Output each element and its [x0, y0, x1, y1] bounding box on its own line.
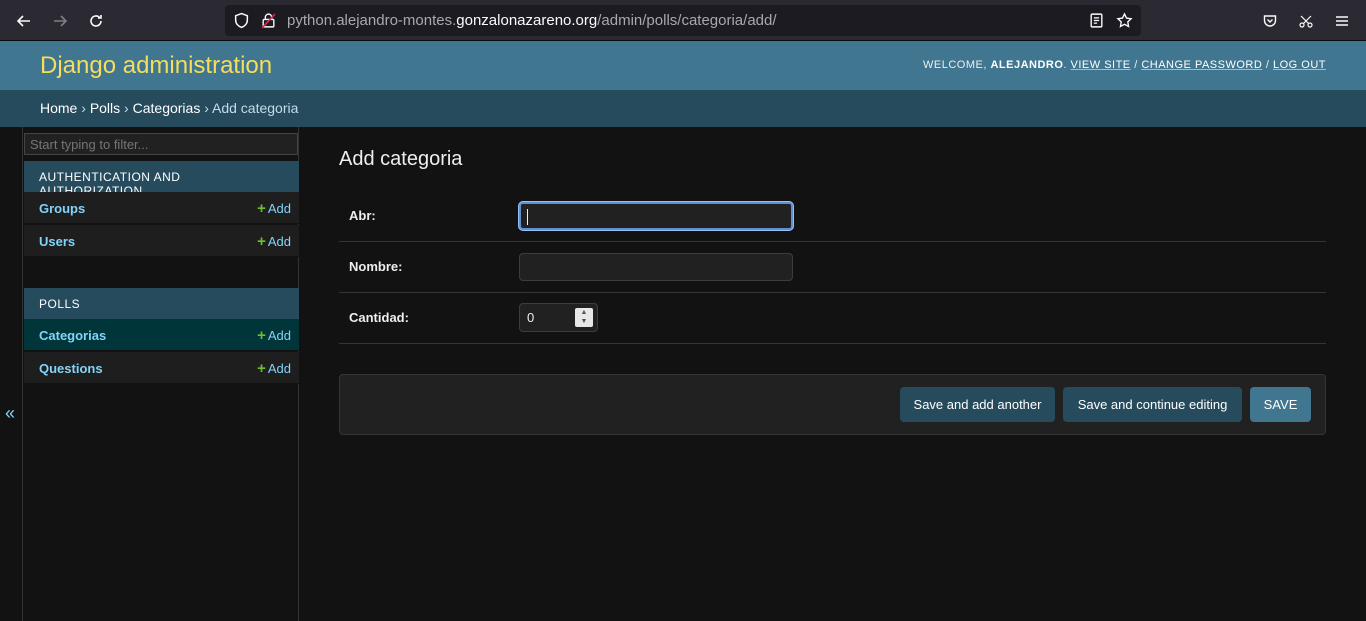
plus-icon: +: [257, 327, 266, 344]
welcome-text: WELCOME,: [922, 59, 987, 71]
browser-toolbar: python.alejandro-montes.gonzalonazareno.…: [0, 0, 1366, 41]
view-site-link[interactable]: VIEW SITE: [1071, 59, 1131, 71]
cantidad-value: 0: [527, 310, 535, 325]
plus-icon: +: [257, 233, 266, 250]
add-questions-link[interactable]: + Add: [257, 360, 291, 377]
nombre-field[interactable]: [519, 253, 793, 281]
site-branding[interactable]: Django administration: [40, 52, 272, 80]
site-header: Django administration WELCOME, ALEJANDRO…: [0, 41, 1366, 90]
abr-label: Abr:: [349, 208, 376, 223]
nombre-label: Nombre:: [349, 259, 403, 274]
url-text: python.alejandro-montes.gonzalonazareno.…: [287, 12, 777, 29]
plus-icon: +: [257, 200, 266, 217]
save-button[interactable]: SAVE: [1250, 387, 1311, 422]
module-caption-auth[interactable]: AUTHENTICATION AND AUTHORIZATION: [24, 161, 299, 198]
nav-filter-input[interactable]: [24, 133, 298, 155]
sidebar-item-users[interactable]: Users + Add: [24, 225, 299, 257]
text-caret: [527, 209, 528, 225]
cantidad-field[interactable]: 0 ▲ ▼: [519, 303, 598, 332]
breadcrumb-categorias[interactable]: Categorias: [133, 100, 201, 116]
nav-sidebar: AUTHENTICATION AND AUTHORIZATION Groups …: [22, 127, 299, 621]
save-and-add-another-button[interactable]: Save and add another: [900, 387, 1055, 422]
add-categorias-link[interactable]: + Add: [257, 327, 291, 344]
change-password-link[interactable]: CHANGE PASSWORD: [1141, 59, 1262, 71]
breadcrumb-polls[interactable]: Polls: [90, 100, 120, 116]
cantidad-label: Cantidad:: [349, 310, 409, 325]
form-row-nombre: Nombre:: [339, 242, 1326, 293]
sidebar-collapse-icon[interactable]: «: [5, 403, 15, 424]
reload-icon[interactable]: [83, 8, 109, 34]
sidebar-item-label[interactable]: Groups: [39, 201, 85, 216]
sidebar-item-categorias[interactable]: Categorias + Add: [24, 319, 299, 351]
username: ALEJANDRO: [990, 59, 1064, 71]
add-groups-link[interactable]: + Add: [257, 200, 291, 217]
pocket-icon[interactable]: [1257, 8, 1283, 34]
menu-icon[interactable]: [1329, 8, 1355, 34]
page-title: Add categoria: [339, 148, 463, 170]
abr-field[interactable]: [519, 202, 793, 230]
breadcrumb-current: Add categoria: [212, 100, 299, 116]
screenshot-icon[interactable]: [1293, 8, 1319, 34]
url-bar[interactable]: python.alejandro-montes.gonzalonazareno.…: [225, 5, 1141, 36]
forward-icon[interactable]: [47, 8, 73, 34]
form-row-cantidad: Cantidad: 0 ▲ ▼: [339, 293, 1326, 344]
sidebar-item-label[interactable]: Questions: [39, 361, 103, 376]
sidebar-item-label[interactable]: Users: [39, 234, 75, 249]
module-caption-polls[interactable]: POLLS: [24, 288, 299, 319]
log-out-link[interactable]: LOG OUT: [1273, 59, 1326, 71]
breadcrumb-home[interactable]: Home: [40, 100, 77, 116]
plus-icon: +: [257, 360, 266, 377]
sidebar-item-label[interactable]: Categorias: [39, 328, 106, 343]
sidebar-item-questions[interactable]: Questions + Add: [24, 352, 299, 384]
user-tools: WELCOME, ALEJANDRO. VIEW SITE / CHANGE P…: [922, 59, 1326, 71]
submit-row: Save and add another Save and continue e…: [339, 374, 1326, 435]
breadcrumb: Home › Polls › Categorias › Add categori…: [0, 90, 1366, 127]
bookmark-star-icon[interactable]: [1116, 12, 1133, 29]
shield-icon[interactable]: [233, 12, 250, 29]
number-spinner-icon[interactable]: ▲ ▼: [575, 308, 593, 327]
back-icon[interactable]: [11, 8, 37, 34]
sidebar-item-groups[interactable]: Groups + Add: [24, 192, 299, 224]
insecure-lock-icon[interactable]: [260, 12, 277, 29]
add-users-link[interactable]: + Add: [257, 233, 291, 250]
save-and-continue-button[interactable]: Save and continue editing: [1063, 387, 1242, 422]
form-row-abr: Abr:: [339, 191, 1326, 242]
reader-view-icon[interactable]: [1088, 12, 1105, 29]
